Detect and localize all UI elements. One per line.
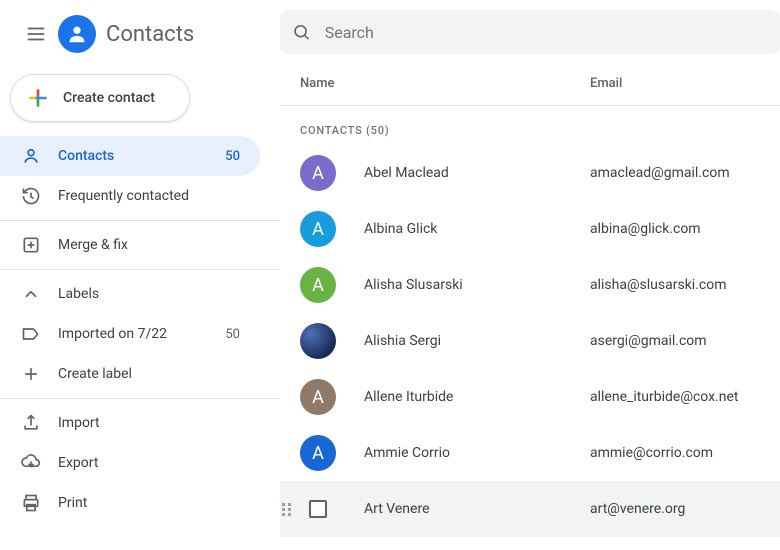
search-bar[interactable]	[280, 10, 780, 54]
nav-label: Imported on 7/22	[58, 326, 225, 342]
contact-email: art@venere.org	[590, 501, 764, 517]
nav-label: Print	[58, 495, 240, 511]
nav-count: 50	[225, 327, 240, 342]
header-email[interactable]: Email	[590, 76, 764, 91]
nav-label: Merge & fix	[58, 237, 240, 253]
nav-group-merge: Merge & fix	[0, 225, 280, 270]
contact-row[interactable]: A Albina Glick albina@glick.com	[280, 201, 780, 257]
sidebar: Contacts Create contact Contacts 50	[0, 0, 280, 550]
avatar-photo	[300, 323, 336, 359]
nav-labels-header[interactable]: Labels	[0, 274, 260, 314]
search-wrap	[280, 0, 780, 62]
nav-group-main: Contacts 50 Frequently contacted	[0, 136, 280, 221]
table-section-label: CONTACTS (50)	[280, 106, 780, 145]
create-contact-button[interactable]: Create contact	[10, 74, 190, 122]
nav-item-export[interactable]: Export	[0, 443, 260, 483]
nav-group-io: Import Export Print	[0, 403, 280, 523]
contact-name: Allene Iturbide	[364, 389, 590, 405]
nav-label-imported[interactable]: Imported on 7/22 50	[0, 314, 260, 354]
contact-email: asergi@gmail.com	[590, 333, 764, 349]
contact-row[interactable]: Art Venere art@venere.org	[280, 481, 780, 537]
print-icon	[20, 493, 42, 513]
contact-row[interactable]: A Abel Maclead amaclead@gmail.com	[280, 145, 780, 201]
cloud-download-icon	[20, 453, 42, 473]
nav-group-labels: Labels Imported on 7/22 50 Create label	[0, 274, 280, 399]
contacts-logo	[58, 15, 96, 53]
nav-item-frequent[interactable]: Frequently contacted	[0, 176, 260, 216]
nav-item-merge-fix[interactable]: Merge & fix	[0, 225, 260, 265]
header-left: Contacts	[0, 8, 280, 64]
contact-email: allene_iturbide@cox.net	[590, 389, 764, 405]
contact-row[interactable]: A Alisha Slusarski alisha@slusarski.com	[280, 257, 780, 313]
drag-handle-icon[interactable]	[282, 503, 292, 516]
nav-label: Frequently contacted	[58, 188, 240, 204]
table-header: Name Email	[280, 62, 780, 106]
plus-icon	[25, 85, 51, 111]
contact-name: Alishia Sergi	[364, 333, 590, 349]
person-outline-icon	[20, 146, 42, 166]
nav-item-contacts[interactable]: Contacts 50	[0, 136, 260, 176]
app-root: Contacts Create contact Contacts 50	[0, 0, 780, 550]
nav-label: Export	[58, 455, 240, 471]
nav-item-print[interactable]: Print	[0, 483, 260, 523]
nav-label: Contacts	[58, 148, 225, 164]
avatar: A	[300, 267, 336, 303]
search-input[interactable]	[323, 22, 768, 43]
create-contact-label: Create contact	[63, 90, 155, 106]
header-name[interactable]: Name	[300, 76, 590, 91]
contact-row[interactable]: Alishia Sergi asergi@gmail.com	[280, 313, 780, 369]
contact-name: Albina Glick	[364, 221, 590, 237]
hamburger-icon	[25, 23, 47, 45]
avatar: A	[300, 155, 336, 191]
contact-email: ammie@corrio.com	[590, 445, 764, 461]
contact-email: albina@glick.com	[590, 221, 764, 237]
upload-icon	[20, 413, 42, 433]
contact-email: amaclead@gmail.com	[590, 165, 764, 181]
avatar: A	[300, 379, 336, 415]
history-icon	[20, 186, 42, 206]
avatar: A	[300, 435, 336, 471]
chevron-up-icon	[20, 285, 42, 303]
nav-create-label[interactable]: Create label	[0, 354, 260, 394]
merge-icon	[20, 235, 42, 255]
contact-name: Alisha Slusarski	[364, 277, 590, 293]
nav-count: 50	[225, 149, 240, 164]
nav-label: Import	[58, 415, 240, 431]
contact-row[interactable]: A Ammie Corrio ammie@corrio.com	[280, 425, 780, 481]
nav-label: Labels	[58, 286, 240, 302]
row-select-area[interactable]	[300, 491, 336, 527]
main-menu-button[interactable]	[16, 14, 56, 54]
app-title: Contacts	[106, 22, 194, 47]
contact-row[interactable]: A Allene Iturbide allene_iturbide@cox.ne…	[280, 369, 780, 425]
label-icon	[20, 324, 42, 344]
contacts-table: Name Email CONTACTS (50) A Abel Maclead …	[280, 62, 780, 550]
contact-name: Abel Maclead	[364, 165, 590, 181]
avatar: A	[300, 211, 336, 247]
plus-small-icon	[20, 364, 42, 384]
contact-name: Ammie Corrio	[364, 445, 590, 461]
contact-name: Art Venere	[364, 501, 590, 517]
contact-email: alisha@slusarski.com	[590, 277, 764, 293]
main-panel: Name Email CONTACTS (50) A Abel Maclead …	[280, 0, 780, 550]
nav-item-import[interactable]: Import	[0, 403, 260, 443]
row-checkbox[interactable]	[309, 500, 327, 518]
search-icon	[292, 22, 311, 42]
nav-label: Create label	[58, 366, 240, 382]
person-icon	[66, 23, 88, 45]
